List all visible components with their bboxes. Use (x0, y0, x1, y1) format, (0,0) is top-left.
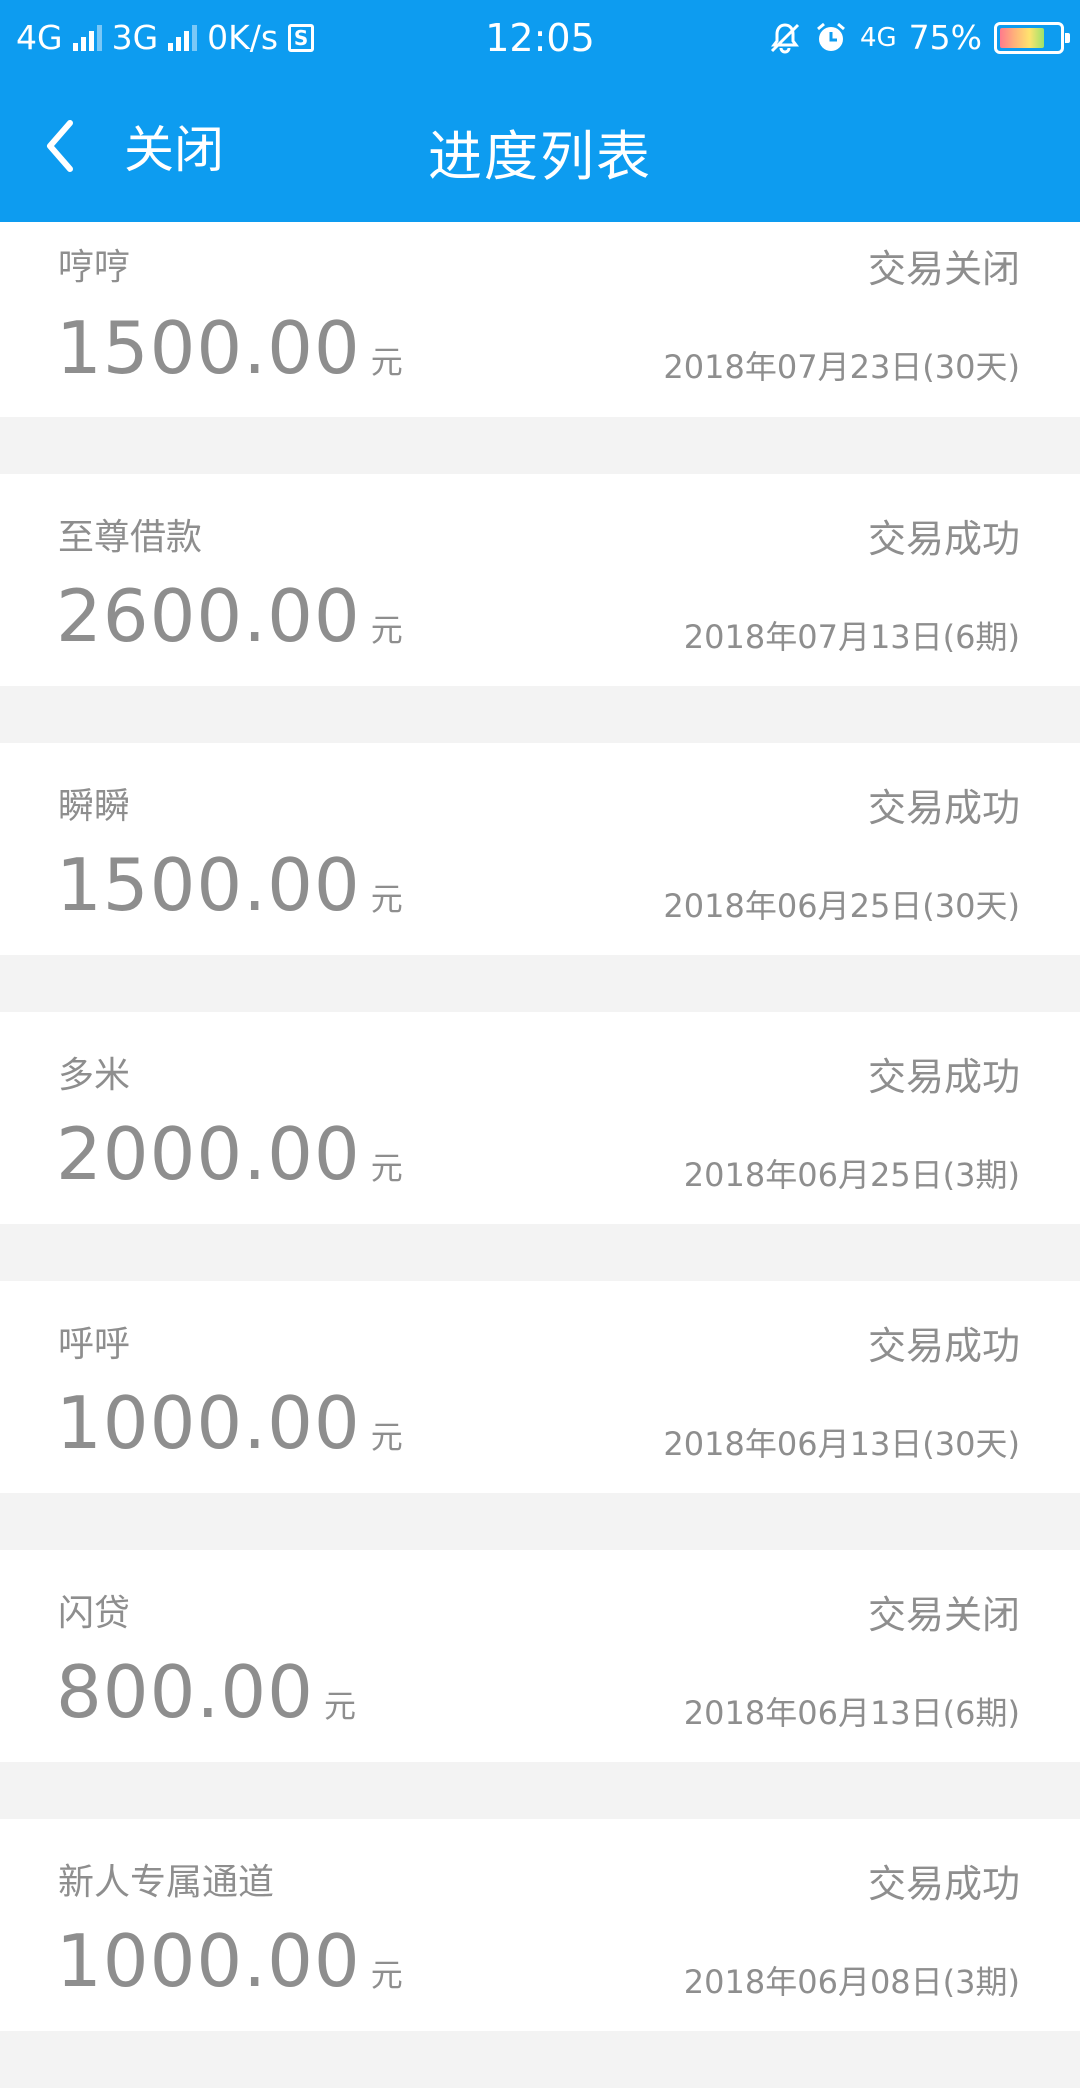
list-item[interactable]: 多米 交易成功 2000.00 元 2018年06月25日(3期) (0, 1012, 1080, 1224)
record-status: 交易成功 (867, 786, 1020, 830)
record-unit: 元 (370, 611, 403, 649)
record-name: 呼呼 (58, 1324, 131, 1365)
status-bar: 4G 3G 0K/s S 12:05 4G 75% (0, 0, 1080, 74)
record-amount: 2600.00 (56, 574, 361, 658)
record-status: 交易成功 (867, 1055, 1020, 1099)
record-date: 2018年06月13日(6期) (683, 1694, 1020, 1732)
list-item[interactable]: 闪贷 交易关闭 800.00 元 2018年06月13日(6期) (0, 1550, 1080, 1762)
record-amount: 1000.00 (56, 1919, 361, 2003)
record-status: 交易成功 (867, 1862, 1020, 1906)
record-date: 2018年07月13日(6期) (683, 618, 1020, 656)
record-unit: 元 (370, 1149, 403, 1187)
record-amount: 1500.00 (56, 306, 361, 390)
record-name: 新人专属通道 (58, 1862, 275, 1903)
record-amount-wrap: 800.00 元 (56, 1650, 356, 1734)
record-name: 至尊借款 (58, 517, 203, 558)
record-status: 交易成功 (867, 1324, 1020, 1368)
record-unit: 元 (323, 1687, 356, 1725)
list-item[interactable]: 呼呼 交易成功 1000.00 元 2018年06月13日(30天) (0, 1281, 1080, 1493)
battery-percent: 75% (908, 18, 982, 57)
record-date: 2018年06月25日(3期) (683, 1156, 1020, 1194)
list-item[interactable]: 至尊借款 交易成功 2600.00 元 2018年07月13日(6期) (0, 474, 1080, 686)
record-status: 交易关闭 (867, 1593, 1020, 1637)
record-amount: 800.00 (56, 1650, 314, 1734)
progress-list: 哼哼 交易关闭 1500.00 元 2018年07月23日(30天) 至尊借款 … (0, 222, 1080, 2088)
network-type-3: 4G (859, 22, 897, 53)
record-unit: 元 (370, 1956, 403, 1994)
record-status: 交易成功 (867, 517, 1020, 561)
record-amount: 1000.00 (56, 1381, 361, 1465)
status-right: 4G 75% (768, 18, 1070, 57)
mute-icon (770, 22, 799, 53)
record-name: 闪贷 (58, 1593, 131, 1634)
record-amount-wrap: 1500.00 元 (56, 843, 403, 927)
record-amount: 2000.00 (56, 1112, 361, 1196)
record-date: 2018年06月13日(30天) (663, 1425, 1020, 1463)
record-status: 交易关闭 (867, 247, 1020, 291)
record-amount: 1500.00 (56, 843, 361, 927)
record-name: 多米 (58, 1055, 131, 1096)
list-item[interactable]: 瞬瞬 交易成功 1500.00 元 2018年06月25日(30天) (0, 743, 1080, 955)
battery-icon (994, 21, 1070, 54)
record-unit: 元 (370, 880, 403, 918)
record-date: 2018年06月08日(3期) (683, 1963, 1020, 2001)
record-unit: 元 (370, 1418, 403, 1456)
record-date: 2018年06月25日(30天) (663, 887, 1020, 925)
record-unit: 元 (370, 343, 403, 381)
list-item[interactable]: 哼哼 交易关闭 1500.00 元 2018年07月23日(30天) (0, 222, 1080, 417)
record-amount-wrap: 2000.00 元 (56, 1112, 403, 1196)
record-amount-wrap: 1500.00 元 (56, 306, 403, 390)
record-amount-wrap: 1000.00 元 (56, 1919, 403, 2003)
list-item[interactable]: 新人专属通道 交易成功 1000.00 元 2018年06月08日(3期) (0, 1819, 1080, 2031)
page-title: 进度列表 (428, 125, 652, 188)
record-name: 哼哼 (58, 247, 131, 288)
record-name: 瞬瞬 (58, 786, 131, 827)
record-date: 2018年07月23日(30天) (663, 348, 1020, 386)
record-amount-wrap: 2600.00 元 (56, 574, 403, 658)
record-amount-wrap: 1000.00 元 (56, 1381, 403, 1465)
nav-bar: 关闭 进度列表 (0, 74, 1080, 222)
alarm-icon (816, 22, 845, 51)
